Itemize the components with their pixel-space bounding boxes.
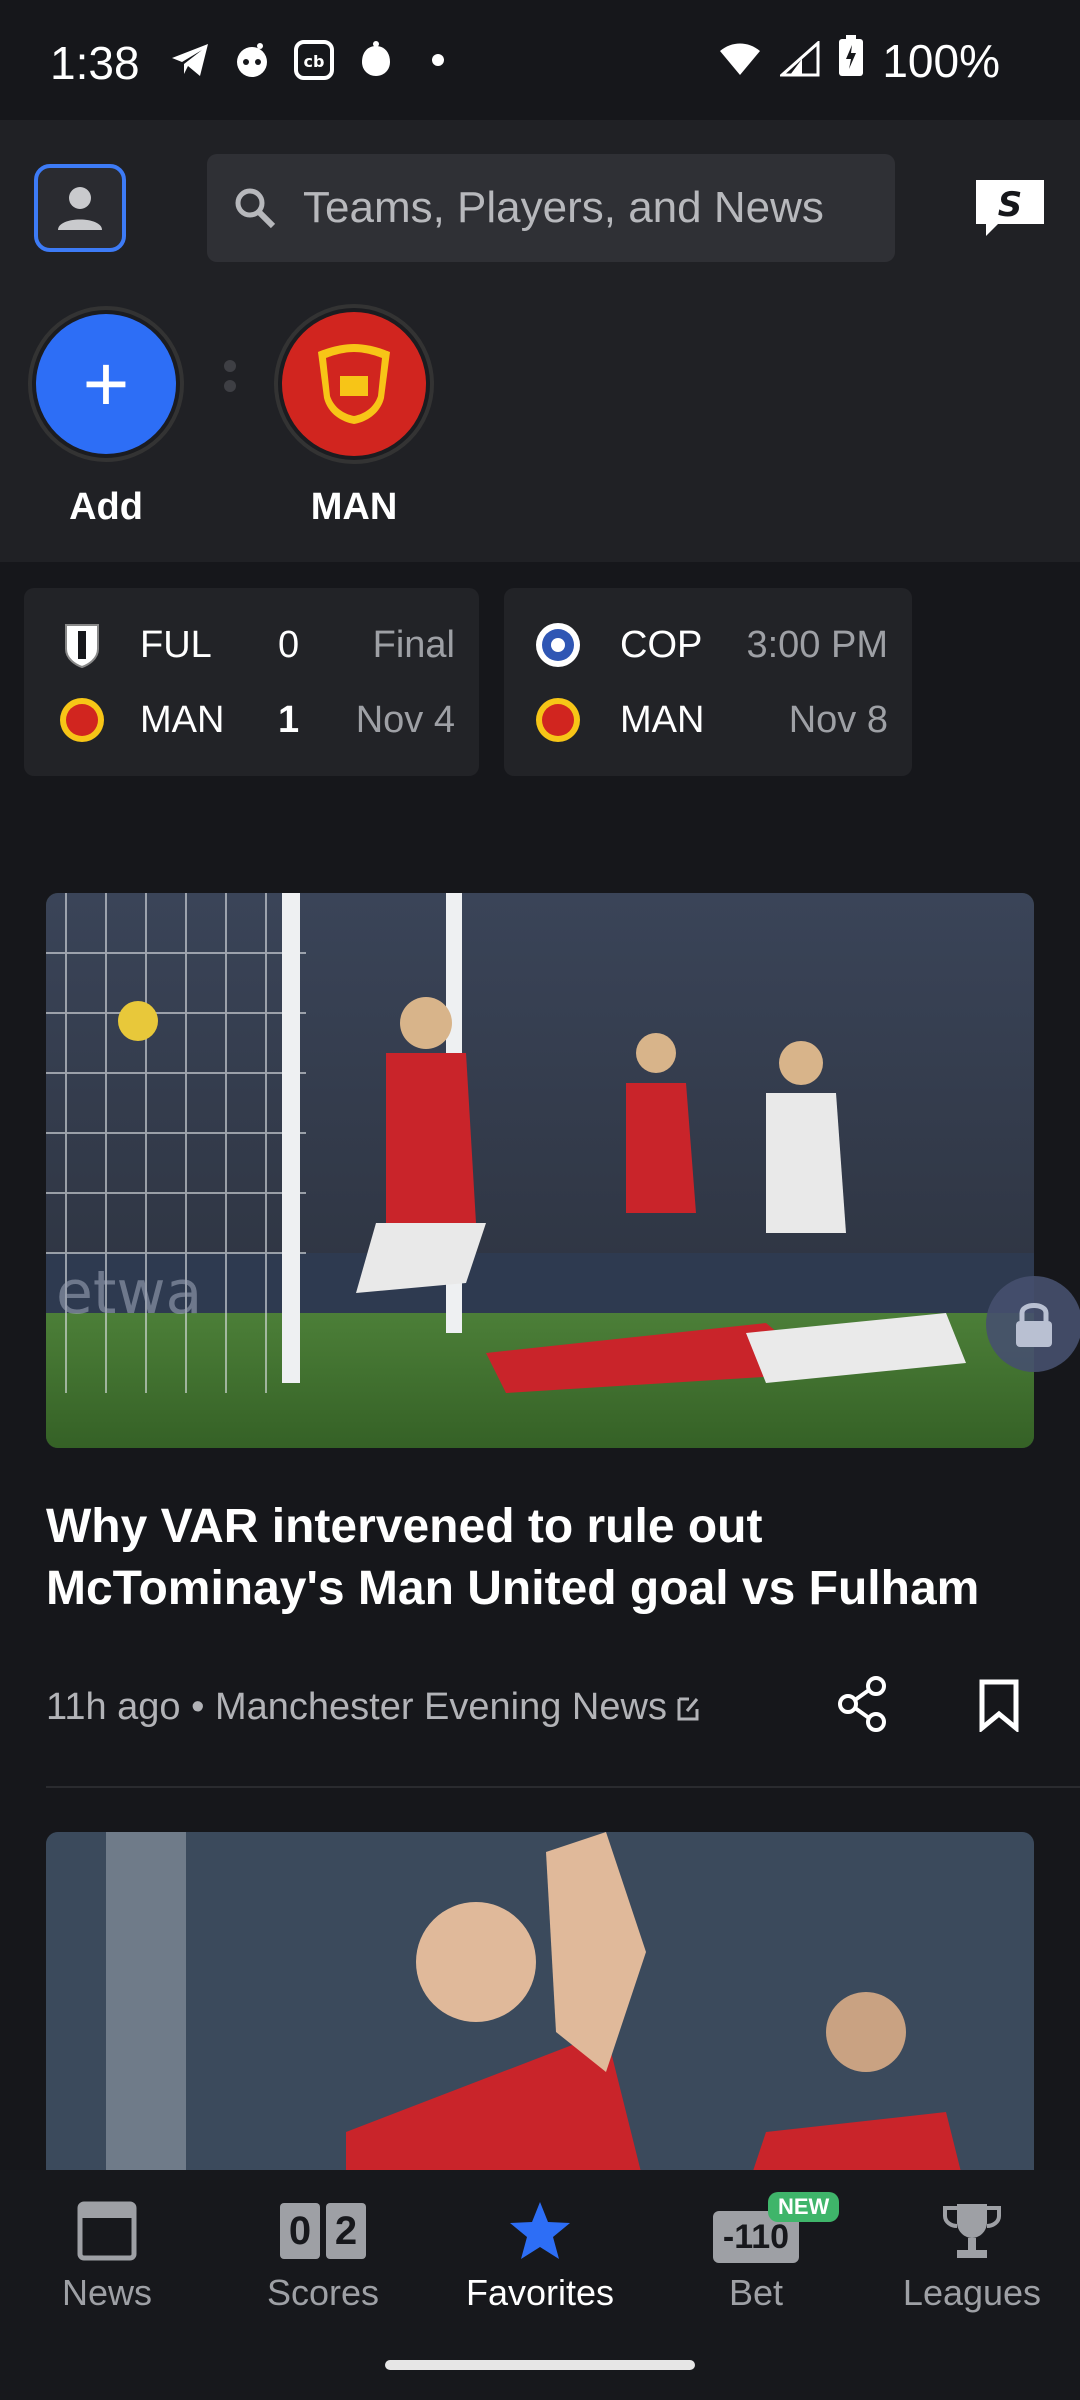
bet-icon: -110 NEW — [656, 2192, 856, 2266]
telegram-icon — [170, 40, 210, 80]
game-date: Nov 4 — [355, 698, 455, 741]
article-photo: etwa — [46, 893, 1034, 1448]
man-united-crest-icon — [60, 698, 104, 742]
home-indicator[interactable] — [385, 2360, 695, 2370]
battery-percent: 100% — [882, 35, 1000, 87]
article-image[interactable]: etwa — [46, 893, 1034, 1448]
status-right: 100% — [718, 34, 1000, 88]
svg-text:cb: cb — [304, 52, 325, 71]
bookmark-button[interactable] — [978, 1678, 1020, 1734]
svg-text:etwa: etwa — [56, 1258, 202, 1328]
new-badge: NEW — [768, 2192, 840, 2222]
search-placeholder: Teams, Players, and News — [303, 183, 824, 232]
external-link-icon — [677, 1697, 699, 1720]
battery-icon — [838, 34, 864, 88]
lock-button[interactable] — [986, 1276, 1080, 1372]
coinbase-icon: cb — [294, 40, 334, 80]
trophy-icon — [872, 2196, 1072, 2266]
article-source[interactable]: 11h ago • Manchester Evening News — [46, 1686, 667, 1729]
copenhagen-crest-icon — [536, 623, 580, 667]
plus-icon: + — [36, 314, 176, 454]
nav-leagues-label: Leagues — [902, 2272, 1042, 2313]
wifi-icon — [718, 34, 762, 88]
add-favorite-label: Add — [69, 486, 143, 528]
man-united-crest-icon — [536, 698, 580, 742]
score-row: COP 3:00 PM — [504, 615, 912, 675]
chat-button[interactable]: S — [972, 176, 1048, 240]
share-icon — [838, 1676, 886, 1732]
lock-icon — [1016, 1303, 1052, 1347]
search-icon — [235, 188, 276, 229]
team-abbr: COP — [620, 623, 703, 666]
add-favorite-button[interactable]: + — [28, 306, 184, 462]
man-united-crest-icon — [318, 344, 390, 424]
team-abbr: MAN — [620, 698, 705, 741]
game-status: Final — [372, 623, 455, 666]
article-divider — [46, 1786, 1080, 1788]
score-row: MAN 1 Nov 4 — [24, 690, 479, 750]
nav-bet-label: Bet — [728, 2272, 784, 2313]
nav-news-label: News — [61, 2272, 153, 2313]
nav-favorites-label: Favorites — [465, 2272, 615, 2313]
signal-icon — [778, 34, 820, 88]
favorite-team-man[interactable] — [274, 304, 434, 464]
bug-icon — [356, 40, 396, 80]
profile-button[interactable] — [34, 164, 126, 252]
team-abbr: MAN — [140, 698, 225, 741]
nav-scores-label: Scores — [266, 2272, 380, 2313]
scores-icon: 0 2 — [223, 2196, 423, 2266]
svg-text:S: S — [998, 185, 1023, 225]
score-card[interactable]: COP 3:00 PM MAN Nov 8 — [504, 588, 912, 776]
nav-bet[interactable]: -110 NEW Bet — [656, 2192, 856, 2314]
game-date: Nov 8 — [788, 698, 888, 741]
status-notification-icons: cb — [170, 40, 458, 80]
article-image[interactable] — [46, 1832, 1034, 2192]
team-score: 0 — [278, 623, 300, 666]
score-card[interactable]: FUL 0 Final MAN 1 Nov 4 — [24, 588, 479, 776]
score-row: MAN Nov 8 — [504, 690, 912, 750]
nav-scores[interactable]: 0 2 Scores — [223, 2196, 423, 2314]
nav-leagues[interactable]: Leagues — [872, 2196, 1072, 2314]
chat-s-icon: S — [976, 180, 1044, 236]
article-headline[interactable]: Why VAR intervened to rule out McTominay… — [46, 1496, 1036, 1620]
team-score: 1 — [278, 698, 300, 741]
score-row: FUL 0 Final — [24, 615, 479, 675]
news-icon — [7, 2196, 207, 2266]
person-icon — [58, 187, 102, 230]
fulham-crest-icon — [65, 624, 99, 669]
status-time: 1:38 — [50, 37, 140, 89]
game-time: 3:00 PM — [746, 623, 888, 666]
divider-dots — [224, 360, 238, 400]
favorite-team-label: MAN — [310, 486, 398, 528]
search-input[interactable]: Teams, Players, and News — [207, 154, 895, 262]
article-photo — [46, 1832, 1034, 2192]
nav-news[interactable]: News — [7, 2196, 207, 2314]
reddit-icon — [232, 40, 272, 80]
share-button[interactable] — [836, 1676, 888, 1732]
nav-favorites[interactable]: Favorites — [440, 2196, 640, 2314]
star-icon — [440, 2196, 640, 2266]
dot-icon — [418, 40, 458, 80]
article-meta: 11h ago • Manchester Evening News — [46, 1686, 699, 1729]
team-abbr: FUL — [140, 623, 212, 666]
bookmark-icon — [979, 1679, 1019, 1734]
